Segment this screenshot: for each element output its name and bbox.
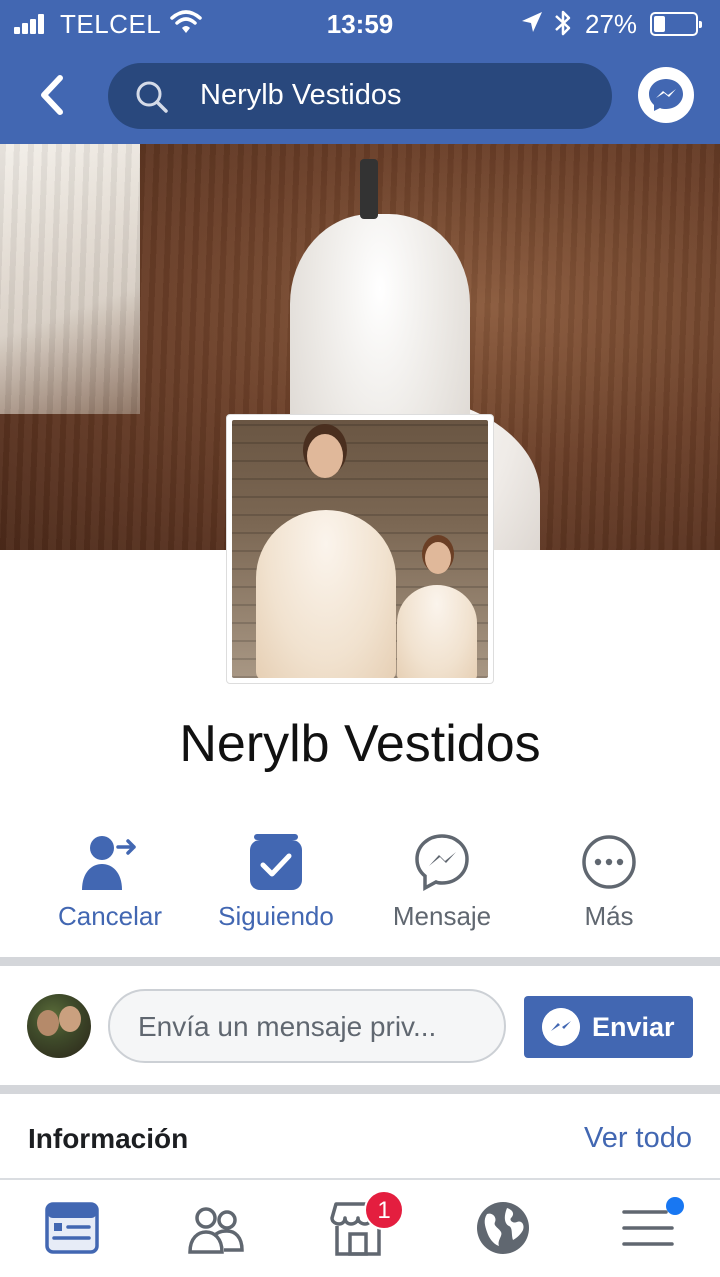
user-arrow-icon [82, 836, 136, 890]
news-feed-icon[interactable] [42, 1198, 102, 1258]
battery-percent: 27% [585, 9, 638, 39]
info-section-title: Información [28, 1123, 189, 1154]
section-divider [0, 1085, 720, 1094]
page-title: Nerylb Vestidos [179, 715, 541, 773]
battery-icon [650, 12, 702, 36]
bluetooth-icon [555, 10, 571, 36]
more-dots-icon [582, 835, 636, 889]
bottom-tab-bar [0, 1178, 720, 1277]
profile-picture[interactable] [226, 414, 494, 684]
notification-badge: 1 [364, 1190, 404, 1230]
avatar[interactable] [27, 994, 91, 1058]
message-button[interactable]: Mensaje [362, 832, 522, 932]
menu-notification-dot [666, 1197, 684, 1215]
messenger-icon [542, 1008, 580, 1046]
send-button[interactable]: Enviar [524, 996, 693, 1058]
section-divider [0, 957, 720, 966]
messenger-button[interactable] [638, 67, 694, 123]
top-header: TELCEL 13:59 27% Nerylb Vestidos [0, 0, 720, 144]
cancel-follow-request-button[interactable]: Cancelar [30, 832, 190, 932]
location-arrow-icon [522, 12, 542, 32]
action-label: Mensaje [392, 901, 492, 931]
friends-icon[interactable] [186, 1198, 246, 1258]
action-label: Cancelar [57, 901, 163, 931]
action-label: Más [584, 901, 634, 931]
status-bar: TELCEL 13:59 27% [0, 0, 720, 48]
send-label: Enviar [592, 1012, 675, 1042]
messenger-icon [415, 834, 469, 891]
globe-icon[interactable] [473, 1198, 533, 1258]
messenger-icon [649, 79, 683, 111]
back-button[interactable] [30, 70, 76, 120]
search-icon [136, 81, 168, 113]
see-all-link[interactable]: Ver todo [584, 1122, 692, 1155]
search-bar[interactable]: Nerylb Vestidos [108, 63, 612, 129]
following-button[interactable]: Siguiendo [196, 832, 356, 932]
more-button[interactable]: Más [529, 832, 689, 932]
message-placeholder: Envía un mensaje priv... [138, 1011, 437, 1042]
following-check-icon [250, 834, 302, 890]
search-query: Nerylb Vestidos [200, 79, 402, 111]
action-label: Siguiendo [218, 901, 334, 931]
private-message-input[interactable]: Envía un mensaje priv... [108, 989, 506, 1063]
